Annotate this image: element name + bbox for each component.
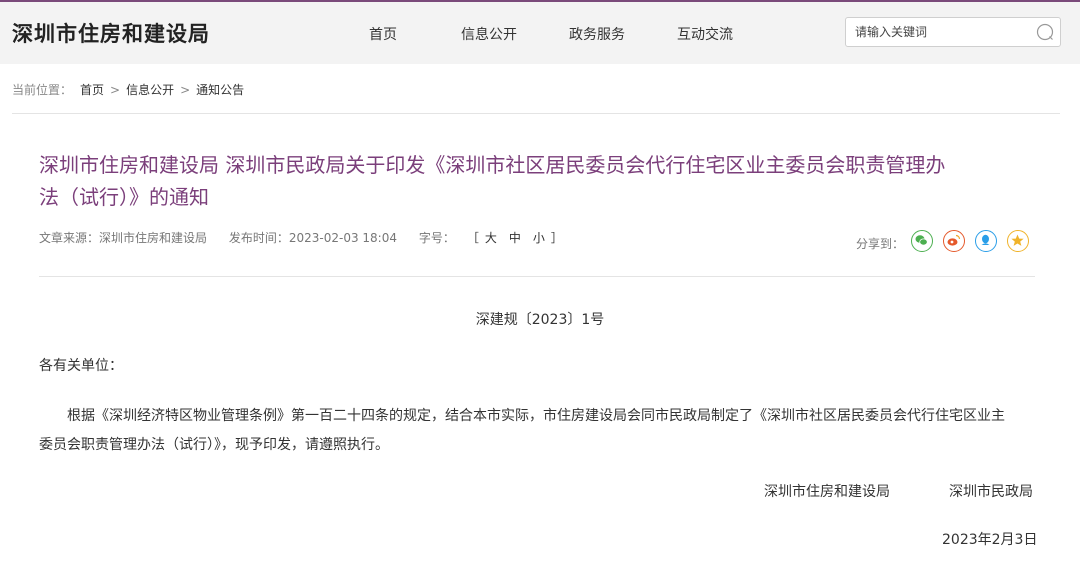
font-size-small-button[interactable]: 小 xyxy=(533,231,545,245)
meta-divider xyxy=(39,276,1035,277)
breadcrumb-divider xyxy=(12,113,1060,114)
article-title: 深圳市住房和建设局 深圳市民政局关于印发《深圳市社区居民委员会代行住宅区业主委员… xyxy=(39,149,1039,213)
breadcrumb-separator: > xyxy=(110,83,121,97)
breadcrumb: 当前位置： 首页 > 信息公开 > 通知公告 xyxy=(12,81,244,98)
wechat-icon[interactable] xyxy=(911,230,933,252)
font-size-bracket: ［ xyxy=(472,231,479,245)
article-title-line: 法（试行）》的通知 xyxy=(39,185,209,209)
document-date: 2023年2月3日 xyxy=(942,532,1038,548)
article-title-line: 深圳市住房和建设局 深圳市民政局关于印发《深圳市社区居民委员会代行住宅区业主委员… xyxy=(39,153,946,177)
nav-interaction[interactable]: 互动交流 xyxy=(677,24,733,44)
article-body: 根据《深圳经济特区物业管理条例》第一百二十四条的规定，结合本市实际，市住房建设局… xyxy=(39,402,1039,460)
publish-time: 发布时间：2023-02-03 18:04 xyxy=(228,231,397,245)
breadcrumb-info-disclosure[interactable]: 信息公开 xyxy=(126,83,174,97)
breadcrumb-label: 当前位置： xyxy=(12,83,73,97)
qq-icon[interactable] xyxy=(975,230,997,252)
body-line: 委员会职责管理办法（试行）》，现予印发，请遵照执行。 xyxy=(39,437,389,453)
qzone-icon[interactable] xyxy=(1007,230,1029,252)
body-line: 根据《深圳经济特区物业管理条例》第一百二十四条的规定，结合本市实际，市住房建设局… xyxy=(67,408,1005,424)
font-size-label: 字号： xyxy=(418,231,455,245)
salutation: 各有关单位： xyxy=(39,358,123,374)
breadcrumb-home[interactable]: 首页 xyxy=(80,83,104,97)
font-size-bracket: ］ xyxy=(550,231,563,245)
breadcrumb-notices[interactable]: 通知公告 xyxy=(196,83,244,97)
signature-housing-bureau: 深圳市住房和建设局 xyxy=(764,484,890,500)
article-meta: 文章来源：深圳市住房和建设局 发布时间：2023-02-03 18:04 字号：… xyxy=(39,229,563,246)
site-title[interactable]: 深圳市住房和建设局 xyxy=(12,18,210,48)
weibo-icon[interactable] xyxy=(943,230,965,252)
search-box xyxy=(845,17,1061,47)
nav-info-disclosure[interactable]: 信息公开 xyxy=(461,24,517,44)
font-size-medium-button[interactable]: 中 xyxy=(509,231,521,245)
site-header: 深圳市住房和建设局 首页 信息公开 政务服务 互动交流 xyxy=(0,2,1080,64)
font-size-large-button[interactable]: 大 xyxy=(485,231,497,245)
signature-civil-affairs-bureau: 深圳市民政局 xyxy=(949,484,1033,500)
share-label: 分享到： xyxy=(856,237,905,251)
nav-home[interactable]: 首页 xyxy=(369,24,397,44)
nav-government-services[interactable]: 政务服务 xyxy=(569,24,625,44)
search-input[interactable] xyxy=(855,24,1035,40)
breadcrumb-separator: > xyxy=(180,83,191,97)
search-icon[interactable] xyxy=(1036,23,1054,41)
document-number: 深建规〔2023〕1号 xyxy=(475,312,605,328)
article-source: 文章来源：深圳市住房和建设局 xyxy=(39,231,208,245)
